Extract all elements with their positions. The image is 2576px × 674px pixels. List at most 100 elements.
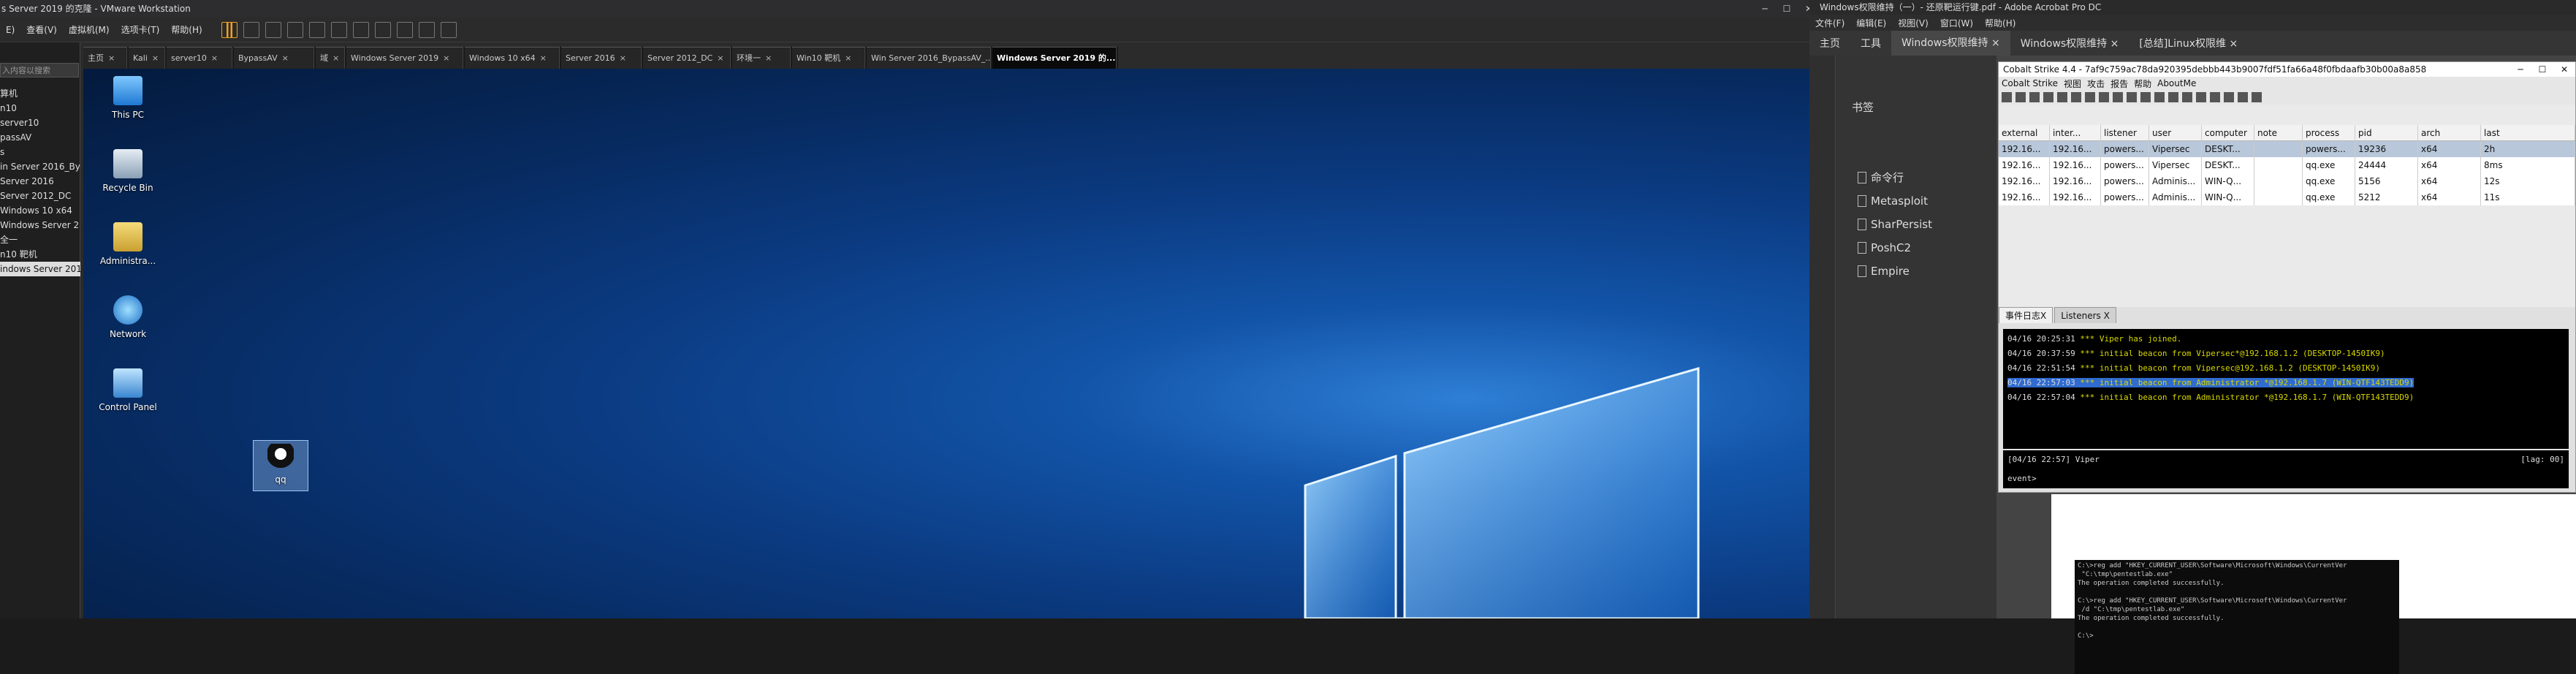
close-tab-icon[interactable]: × [211,53,218,63]
column-header[interactable]: external [1999,125,2050,140]
session-table-icon[interactable] [2057,92,2067,102]
acrobat-tab-tools[interactable]: 工具 [1850,36,1891,50]
revert-snapshot-icon[interactable] [286,21,303,38]
desktop-icon-this-pc[interactable]: This PC [95,76,161,120]
acrobat-menu-file[interactable]: 文件(F) [1809,17,1850,29]
acrobat-tab-doc-1[interactable]: Windows权限维持 × [1891,31,2010,56]
vm-tab[interactable]: Windows 10 x64 × [465,47,560,69]
menu-vm[interactable]: 虚拟机(M) [63,23,115,36]
library-view-icon[interactable] [330,21,347,38]
keystrokes-icon[interactable] [2113,92,2123,102]
about-icon[interactable] [2238,92,2248,102]
tab-event-log[interactable]: 事件日志X [1999,307,2053,323]
acrobat-menu-help[interactable]: 帮助(H) [1979,17,2021,29]
library-item[interactable]: 算机 [0,86,80,101]
library-item[interactable]: Windows 10 x64 [0,203,80,218]
column-header[interactable]: last [2481,125,2575,140]
library-item[interactable]: 全一 [0,232,80,247]
cs-menu-help[interactable]: 帮助 [2131,77,2154,90]
fullscreen-icon[interactable] [396,21,413,38]
close-tab-icon[interactable]: × [333,53,339,63]
help-icon[interactable] [2224,92,2234,102]
payload-icon[interactable] [2140,92,2151,102]
column-header[interactable]: user [2149,125,2202,140]
library-item[interactable]: in Server 2016_Bypa [0,159,80,174]
console-icon[interactable] [418,21,435,38]
acrobat-menu-window[interactable]: 窗口(W) [1934,17,1979,29]
close-tab-icon[interactable]: × [845,53,851,63]
screenshots-icon[interactable] [2127,92,2137,102]
library-item[interactable]: n10 靶机 [0,247,80,262]
bookmark-item[interactable]: PoshC2 [1836,236,1996,260]
vm-tab[interactable]: Win10 靶机 × [792,47,865,69]
acrobat-menu-view[interactable]: 视图(V) [1892,17,1934,29]
library-item[interactable]: n10 [0,101,80,116]
stretch-icon[interactable] [440,21,457,38]
vm-tab[interactable]: Kali × [129,47,165,69]
settings-icon[interactable] [2168,92,2178,102]
beacon-row[interactable]: 192.16... 192.16... powers... Vipersec DESKT… [1999,157,2575,173]
vm-tab[interactable]: Server 2012_DC × [643,47,731,69]
bookmark-item[interactable]: Empire [1836,260,1996,283]
vm-tab[interactable]: server10 × [167,47,232,69]
vm-tab[interactable]: Win Server 2016_BypassAV_...× [867,47,991,69]
cs-menu-report[interactable]: 报告 [2108,77,2131,90]
acrobat-tab-doc-3[interactable]: [总结]Linux权限维 × [2129,36,2248,50]
library-item[interactable]: server10 [0,116,80,130]
snapshot-manager-icon[interactable] [308,21,325,38]
close-tab-icon[interactable]: × [620,53,626,63]
link-icon[interactable] [2210,92,2220,102]
acrobat-tab-doc-2[interactable]: Windows权限维持 × [2010,36,2129,50]
column-header[interactable]: note [2254,125,2303,140]
pause-icon[interactable] [221,21,238,38]
cs-menu-view[interactable]: 视图 [2061,77,2084,90]
library-item[interactable]: Server 2012_DC [0,189,80,203]
desktop-icon-control-panel[interactable]: Control Panel [95,368,161,412]
column-header[interactable]: inter... [2050,125,2101,140]
minimize-icon[interactable]: ─ [1754,0,1776,18]
close-tab-icon[interactable]: × [765,53,772,63]
library-item[interactable]: indows Server 2019 [0,262,80,276]
web-drive-icon[interactable] [2154,92,2165,102]
cs-menu-aboutme[interactable]: AboutMe [2154,78,2199,88]
library-item[interactable]: s [0,145,80,159]
vm-tab[interactable]: Windows Server 2019 × [346,47,463,69]
pivot-graph-icon[interactable] [2043,92,2053,102]
bookmark-item[interactable]: SharPersist [1836,213,1996,236]
beacon-row[interactable]: 192.16... 192.16... powers... Adminis... WIN… [1999,189,2575,205]
listeners-icon[interactable] [2029,92,2040,102]
close-tab-icon[interactable]: × [443,53,449,63]
library-search-input[interactable]: 入内容以搜索 [0,63,79,77]
menu-help[interactable]: 帮助(H) [165,23,208,36]
vm-tab[interactable]: BypassAV × [234,47,314,69]
column-header[interactable]: arch [2418,125,2481,140]
vm-tab[interactable]: Server 2016 × [561,47,642,69]
close-icon[interactable]: ✕ [2553,62,2575,77]
downloads-icon[interactable] [2099,92,2109,102]
close-tab-icon[interactable]: × [108,53,115,63]
column-header[interactable]: pid [2355,125,2418,140]
acrobat-tab-home[interactable]: 主页 [1809,36,1850,50]
column-header[interactable]: process [2303,125,2355,140]
web-log-icon[interactable] [2196,92,2206,102]
desktop-icon-administrator[interactable]: Administra... [95,222,161,266]
menu-tabs[interactable]: 选项卡(T) [115,23,166,36]
beacon-row[interactable]: 192.16... 192.16... powers... Adminis... WIN… [1999,173,2575,189]
beacon-row[interactable]: 192.16... 192.16... powers... Vipersec DESKT… [1999,141,2575,157]
tab-listeners[interactable]: Listeners X [2054,307,2116,323]
desktop-icon-network[interactable]: Network [95,295,161,339]
target-table-icon[interactable] [2071,92,2081,102]
library-item[interactable]: Server 2016 [0,174,80,189]
host-file-icon[interactable] [2182,92,2192,102]
desktop-icon-recycle-bin[interactable]: Recycle Bin [95,149,161,193]
maximize-icon[interactable]: ☐ [1776,0,1798,18]
vm-tab[interactable]: 环境一 × [732,47,791,69]
event-command-input[interactable]: event> [2003,469,2569,488]
desktop-icon-qq[interactable]: qq [253,440,308,491]
unity-icon[interactable] [374,21,391,38]
column-header[interactable]: listener [2101,125,2149,140]
guest-desktop[interactable]: This PC Recycle Bin Administra... Networ… [83,69,1809,618]
close-tab-icon[interactable]: × [152,53,159,63]
library-item[interactable]: Windows Server 2 [0,218,80,232]
thumbnail-view-icon[interactable] [352,21,369,38]
